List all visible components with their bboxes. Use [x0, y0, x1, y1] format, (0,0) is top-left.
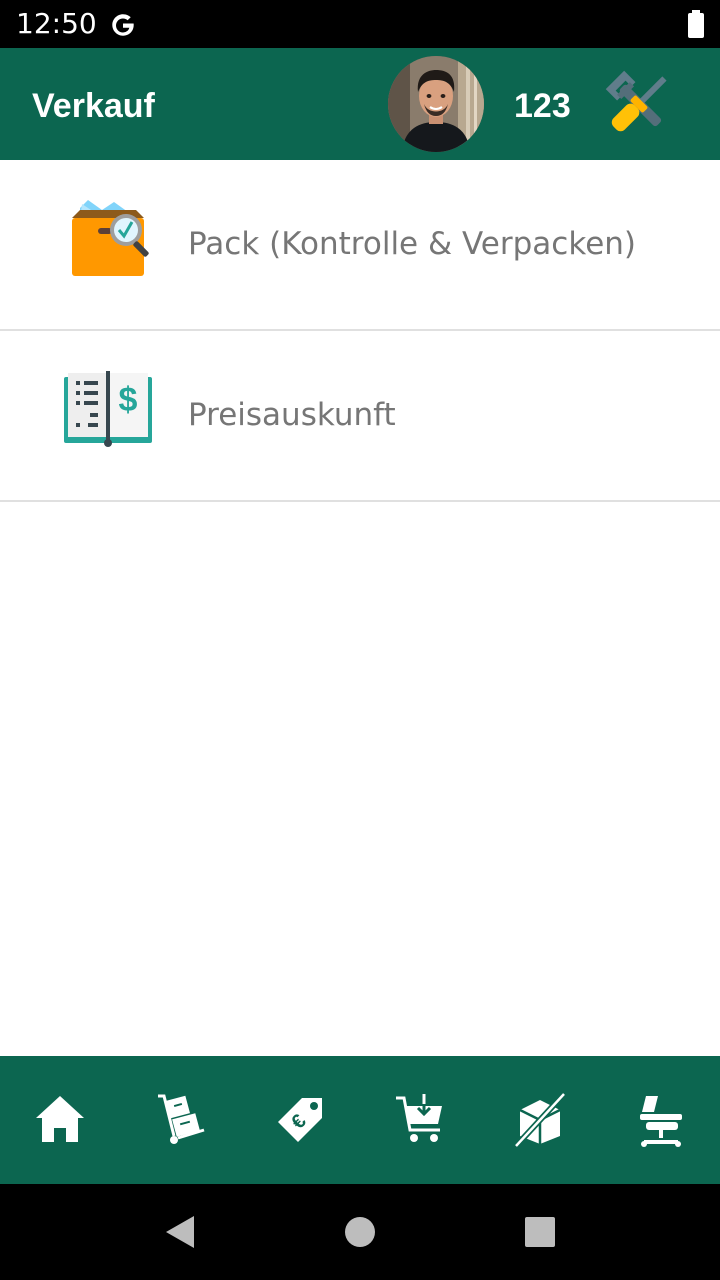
- status-time: 12:50: [16, 7, 97, 40]
- bottom-nav: €: [0, 1056, 720, 1184]
- recents-icon[interactable]: [520, 1212, 560, 1252]
- home-icon[interactable]: [32, 1092, 88, 1148]
- home-circle-icon[interactable]: [340, 1212, 380, 1252]
- app-bar: Verkauf 123: [0, 48, 720, 160]
- price-book-icon: $: [64, 371, 152, 447]
- battery-icon: [688, 10, 704, 38]
- page-title: Verkauf: [32, 87, 155, 125]
- screen: 12:50 Verkauf 123 Pack (Kontrolle & Verp…: [0, 0, 720, 1280]
- desk-chair-icon[interactable]: [632, 1092, 688, 1148]
- hand-truck-icon[interactable]: [152, 1092, 208, 1148]
- tools-icon[interactable]: [600, 66, 678, 142]
- menu-item-label: Preisauskunft: [188, 397, 396, 433]
- status-bar: 12:50: [0, 0, 720, 48]
- user-avatar[interactable]: [388, 56, 484, 152]
- menu-item-label: Pack (Kontrolle & Verpacken): [188, 226, 637, 262]
- back-icon[interactable]: [160, 1212, 200, 1252]
- system-nav-bar: [0, 1184, 720, 1280]
- menu-item-preisauskunft[interactable]: $ Preisauskunft: [0, 331, 720, 502]
- box-crossed-icon[interactable]: [512, 1092, 568, 1148]
- price-tag-icon[interactable]: €: [272, 1092, 328, 1148]
- user-count: 123: [514, 87, 571, 125]
- avatar-image: [388, 56, 484, 152]
- google-g-icon: [112, 14, 134, 36]
- svg-text:$: $: [119, 381, 138, 419]
- cart-download-icon[interactable]: [392, 1092, 448, 1148]
- menu-item-pack[interactable]: Pack (Kontrolle & Verpacken): [0, 160, 720, 331]
- box-magnifier-check-icon: [72, 200, 149, 276]
